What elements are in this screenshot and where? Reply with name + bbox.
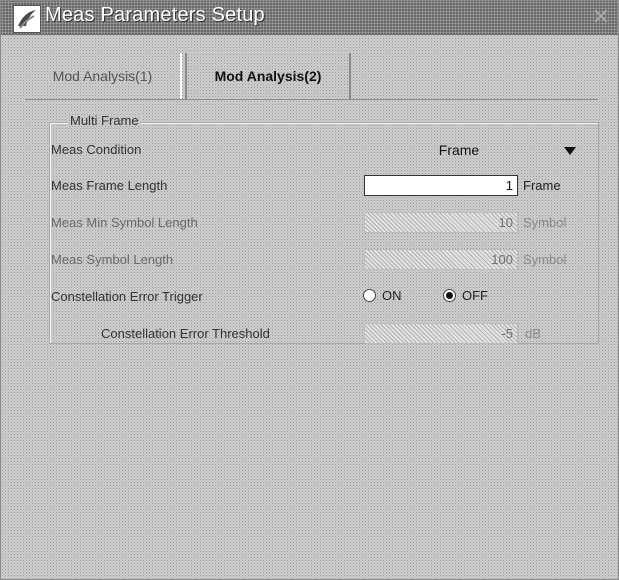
constellation-error-trigger-label: Constellation Error Trigger (51, 289, 203, 304)
window-title: Meas Parameters Setup (45, 4, 265, 26)
tab-mod-analysis-1[interactable]: Mod Analysis(1) (25, 53, 180, 99)
constellation-error-threshold-label: Constellation Error Threshold (101, 326, 270, 341)
radio-selected-dot-icon (446, 292, 453, 299)
close-button[interactable]: ✕ (590, 6, 612, 28)
radio-circle-icon (363, 289, 376, 302)
group-title: Multi Frame (69, 113, 139, 128)
constellation-error-threshold-unit: dB (525, 326, 541, 341)
title-bar[interactable]: Meas Parameters Setup ✕ (1, 1, 618, 35)
meas-min-symbol-length-unit: Symbol (523, 215, 567, 230)
meas-min-symbol-length-label: Meas Min Symbol Length (51, 215, 198, 230)
app-logo-icon (13, 5, 41, 33)
meas-frame-length-label: Meas Frame Length (51, 178, 168, 193)
tab-baseline (25, 99, 598, 100)
tab-mod-analysis-2[interactable]: Mod Analysis(2) (185, 53, 351, 99)
meas-symbol-length-input: 100 (364, 249, 518, 270)
tab-label: Mod Analysis(1) (52, 68, 153, 84)
meas-frame-length-unit: Frame (523, 178, 561, 193)
meas-symbol-length-label: Meas Symbol Length (51, 252, 174, 267)
dialog-window: Meas Parameters Setup ✕ Mod Analysis(1) … (0, 0, 619, 580)
meas-min-symbol-length-input: 10 (364, 212, 518, 233)
trigger-on-label: ON (382, 288, 402, 303)
constellation-error-threshold-input: -5 (364, 323, 518, 344)
dropdown-arrow-icon[interactable] (564, 147, 576, 155)
tab-divider (180, 53, 182, 99)
meas-symbol-length-unit: Symbol (523, 252, 567, 267)
tab-label: Mod Analysis(2) (214, 68, 322, 84)
meas-condition-value: Frame (438, 142, 480, 158)
trigger-off-label: OFF (462, 288, 488, 303)
meas-frame-length-input[interactable]: 1 (364, 175, 518, 196)
meas-condition-label: Meas Condition (51, 142, 142, 157)
meas-condition-select[interactable]: Frame (364, 136, 582, 164)
